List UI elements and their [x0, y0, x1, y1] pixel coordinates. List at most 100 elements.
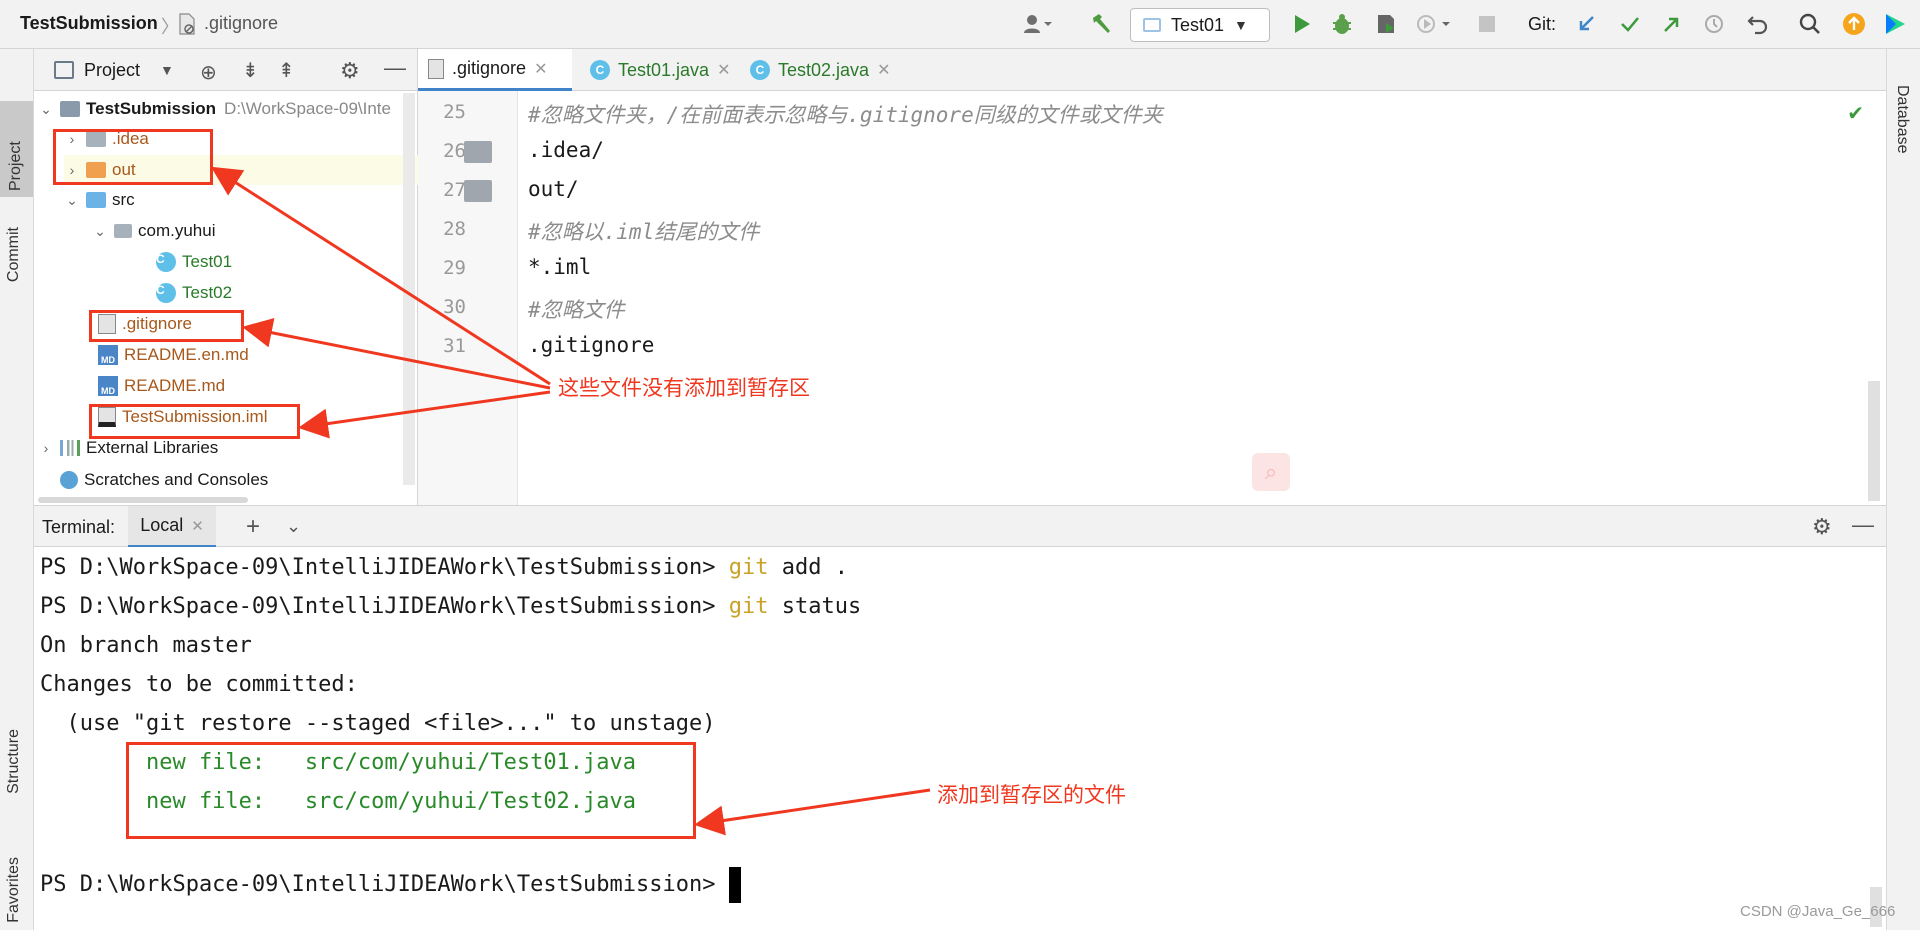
- git-commit-check-icon[interactable]: [1616, 10, 1644, 38]
- vertical-scrollbar[interactable]: [403, 93, 415, 485]
- profile-icon[interactable]: [1412, 10, 1456, 38]
- collapse-all-icon[interactable]: ⇞: [278, 58, 295, 83]
- close-icon[interactable]: ✕: [717, 60, 730, 80]
- coverage-icon[interactable]: [1372, 10, 1400, 38]
- source-folder-icon: [86, 192, 106, 208]
- folder-icon: [464, 180, 492, 202]
- command-args: status: [768, 594, 862, 619]
- tree-item-package[interactable]: ⌄ com.yuhui: [92, 216, 215, 246]
- chevron-right-icon[interactable]: ›: [38, 440, 54, 456]
- line-number: 27: [443, 179, 466, 201]
- code-line: .idea/: [528, 138, 604, 162]
- terminal-output[interactable]: PS D:\WorkSpace-09\IntelliJIDEAWork\Test…: [34, 547, 1886, 930]
- tree-item-src[interactable]: ⌄ src: [64, 185, 135, 215]
- breadcrumb-file[interactable]: .gitignore: [204, 13, 278, 34]
- git-update-icon[interactable]: [1572, 10, 1600, 38]
- tree-item-label: com.yuhui: [138, 221, 216, 240]
- chevron-down-icon[interactable]: ⌄: [92, 223, 108, 240]
- search-float-icon[interactable]: ⌕: [1252, 453, 1290, 491]
- tree-item-test02[interactable]: C Test02: [150, 278, 232, 308]
- tree-item-label: Test02: [182, 283, 233, 302]
- build-hammer-icon[interactable]: [1088, 10, 1116, 38]
- jetbrains-logo-icon[interactable]: [1880, 10, 1910, 38]
- scratches-icon: [60, 471, 78, 489]
- line-number: 30: [443, 296, 466, 318]
- close-icon[interactable]: ✕: [534, 59, 547, 79]
- tab-label: .gitignore: [452, 58, 527, 78]
- horizontal-scrollbar[interactable]: [38, 497, 248, 503]
- close-icon[interactable]: ✕: [877, 60, 890, 80]
- add-icon[interactable]: +: [246, 513, 260, 541]
- tab-test01-java[interactable]: C Test01.java ✕: [580, 49, 740, 91]
- run-config-label: Test01: [1171, 14, 1225, 35]
- hide-minimize-icon[interactable]: —: [1852, 512, 1874, 538]
- locate-target-icon[interactable]: ⊕: [200, 60, 217, 85]
- tool-tab-structure[interactable]: Structure: [5, 729, 23, 794]
- tool-tab-favorites[interactable]: Favorites: [5, 857, 23, 923]
- tree-item-readme-en[interactable]: MD README.en.md: [92, 340, 249, 370]
- inspection-ok-check-icon[interactable]: ✔: [1847, 101, 1864, 126]
- tool-tab-database[interactable]: Database: [1893, 85, 1911, 154]
- tree-item-test01[interactable]: C Test01: [150, 247, 232, 277]
- left-tool-strip: Project Commit Structure Favorites: [0, 49, 34, 930]
- update-available-icon[interactable]: [1840, 10, 1868, 38]
- chevron-down-icon: ▼: [1234, 17, 1248, 33]
- terminal-line: On branch master: [40, 633, 252, 658]
- debug-bug-icon[interactable]: [1328, 10, 1356, 38]
- git-push-icon[interactable]: [1658, 10, 1686, 38]
- tree-item-label: TestSubmission: [86, 99, 217, 118]
- line-number: 28: [443, 218, 466, 240]
- terminal-line: Changes to be committed:: [40, 672, 358, 697]
- code-line: #忽略文件: [528, 298, 625, 322]
- tree-item-root[interactable]: ⌄ TestSubmission D:\WorkSpace-09\Inte: [38, 94, 418, 124]
- line-number: 25: [443, 101, 466, 123]
- tab-label: Test02.java: [778, 59, 870, 80]
- search-icon[interactable]: [1796, 10, 1824, 38]
- run-configuration-select[interactable]: Test01 ▼: [1130, 8, 1270, 42]
- project-view-select[interactable]: Project: [84, 60, 140, 81]
- hide-minimize-icon[interactable]: —: [384, 55, 406, 81]
- tab-gitignore[interactable]: .gitignore ✕: [418, 49, 572, 91]
- code-line: .gitignore: [528, 333, 655, 357]
- annotation-label-staged: 添加到暂存区的文件: [937, 784, 1126, 807]
- gear-icon[interactable]: ⚙: [340, 58, 360, 84]
- history-clock-icon[interactable]: [1700, 10, 1728, 38]
- run-icon[interactable]: [1288, 10, 1316, 38]
- annotation-box-untracked-folders: [53, 129, 213, 185]
- tool-tab-project[interactable]: Project: [0, 101, 33, 197]
- tool-tab-project-label: Project: [7, 141, 24, 191]
- tree-item-readme[interactable]: MD README.md: [92, 371, 225, 401]
- terminal-title: Terminal:: [42, 517, 116, 537]
- tab-test02-java[interactable]: C Test02.java ✕: [740, 49, 900, 91]
- code-editor[interactable]: #忽略文件夹，/在前面表示忽略与.gitignore同级的文件或文件夹 .ide…: [518, 91, 1886, 505]
- git-label: Git:: [1528, 14, 1557, 34]
- chevron-down-icon[interactable]: ⌄: [64, 192, 80, 209]
- tab-local-terminal[interactable]: Local ✕: [128, 506, 216, 548]
- chevron-down-icon[interactable]: ⌄: [38, 101, 54, 118]
- navigation-bar: TestSubmission 〉 .gitignore Test01 ▼ Git…: [0, 0, 1920, 49]
- breadcrumb-project[interactable]: TestSubmission: [20, 13, 158, 34]
- line-number: 31: [443, 335, 466, 357]
- prompt: PS D:\WorkSpace-09\IntelliJIDEAWork\Test…: [40, 594, 729, 619]
- prompt: PS D:\WorkSpace-09\IntelliJIDEAWork\Test…: [40, 872, 729, 897]
- rollback-icon[interactable]: [1744, 10, 1772, 38]
- vertical-scrollbar[interactable]: [1868, 381, 1880, 501]
- git-keyword: git: [728, 594, 769, 619]
- tool-tab-commit[interactable]: Commit: [5, 227, 23, 282]
- user-icon[interactable]: [1016, 10, 1060, 38]
- chevron-down-icon[interactable]: ⌄: [286, 516, 301, 537]
- gear-icon[interactable]: ⚙: [1812, 514, 1832, 540]
- annotation-box-iml: [89, 404, 300, 439]
- gitignore-file-icon: [428, 58, 444, 79]
- editor-tab-bar: .gitignore ✕ C Test01.java ✕ C Test02.ja…: [418, 49, 1886, 91]
- close-icon[interactable]: ✕: [191, 517, 204, 535]
- tree-item-scratches[interactable]: Scratches and Consoles: [54, 465, 268, 495]
- terminal-line: PS D:\WorkSpace-09\IntelliJIDEAWork\Test…: [40, 555, 848, 580]
- chevron-down-icon[interactable]: ▼: [160, 62, 174, 78]
- module-folder-icon: [60, 101, 80, 117]
- project-panel-header: Project ▼ ⊕ ⇟ ⇞ ⚙ —: [34, 49, 417, 91]
- package-icon: [114, 224, 132, 238]
- terminal-line: (use "git restore --staged <file>..." to…: [40, 711, 716, 736]
- expand-all-icon[interactable]: ⇟: [242, 58, 259, 83]
- stop-icon[interactable]: [1474, 10, 1500, 38]
